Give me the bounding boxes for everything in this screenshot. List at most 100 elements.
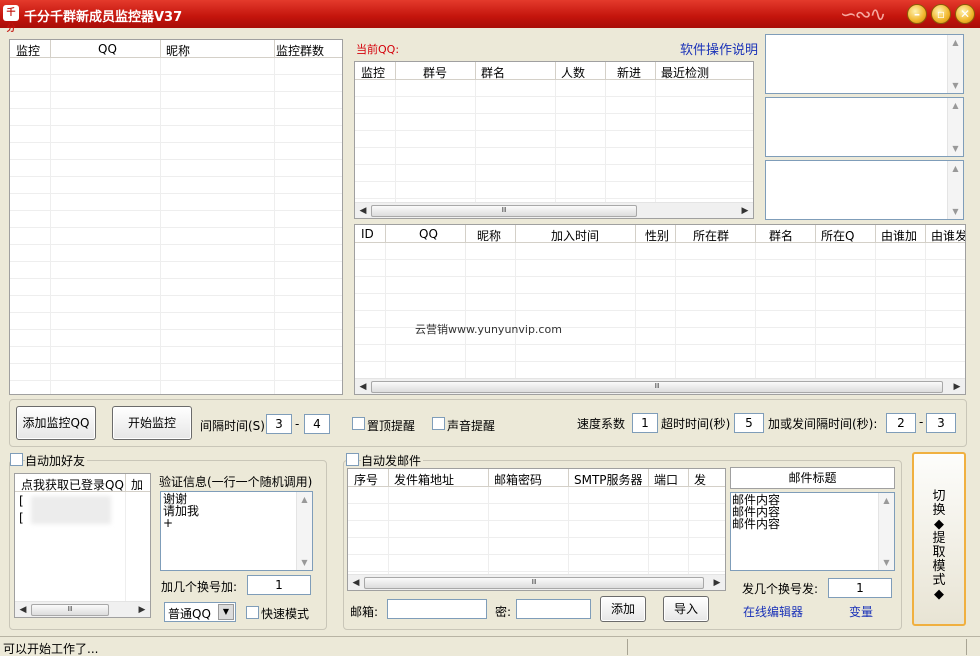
mail-account-table[interactable]: 序号 发件箱地址 邮箱密码 SMTP服务器 端口 发 ◀ Ⅲ ▶ bbox=[347, 468, 726, 591]
scroll-left-icon[interactable]: ◀ bbox=[355, 379, 371, 394]
speed-input[interactable]: 1 bbox=[632, 413, 658, 433]
group-table[interactable]: 监控 群号 群名 人数 新进 最近检测 ◀ Ⅲ ▶ bbox=[354, 61, 754, 219]
scroll-right-icon[interactable]: ▶ bbox=[134, 602, 150, 617]
logged-qq-hscrollbar[interactable]: ◀ Ⅲ ▶ bbox=[15, 601, 150, 617]
column-header[interactable]: 邮箱密码 bbox=[494, 471, 542, 488]
auto-mail-checkbox[interactable] bbox=[346, 453, 359, 466]
new-member-table[interactable]: ID QQ 昵称 加入时间 性别 所在群 群名 所在Q 由谁加 由谁发 云营销w… bbox=[354, 224, 966, 395]
mail-content-vscrollbar[interactable]: ▲ ▼ bbox=[878, 493, 894, 570]
sound-alert-label[interactable]: 声音提醒 bbox=[447, 417, 495, 434]
monitor-qq-list[interactable]: 监控 QQ 昵称 监控群数 bbox=[9, 39, 343, 395]
column-header[interactable]: 新进 bbox=[617, 64, 641, 81]
scroll-right-icon[interactable]: ▶ bbox=[709, 575, 725, 590]
timeout-input[interactable]: 5 bbox=[734, 413, 764, 433]
switch-extract-mode-button[interactable]: 切换◆提取模式◆ bbox=[912, 452, 966, 626]
sound-alert-checkbox[interactable] bbox=[432, 417, 445, 430]
column-header[interactable]: 序号 bbox=[354, 471, 378, 488]
variables-link[interactable]: 变量 bbox=[849, 603, 873, 620]
email-input[interactable] bbox=[387, 599, 487, 619]
column-header[interactable]: 发件箱地址 bbox=[394, 471, 454, 488]
scroll-up-icon[interactable]: ▲ bbox=[948, 35, 963, 50]
column-header[interactable]: 性别 bbox=[645, 227, 669, 244]
column-header[interactable]: 发 bbox=[694, 471, 706, 488]
send-interval-from-input[interactable]: 2 bbox=[886, 413, 916, 433]
column-header[interactable]: 所在Q bbox=[821, 227, 854, 244]
pin-alert-label[interactable]: 置顶提醒 bbox=[367, 417, 415, 434]
column-header[interactable]: ID bbox=[361, 227, 374, 241]
verify-info-textarea[interactable]: 谢谢 请加我 + ▲ ▼ bbox=[160, 491, 313, 571]
column-header[interactable]: SMTP服务器 bbox=[574, 471, 643, 488]
close-icon[interactable]: ✕ bbox=[955, 4, 975, 24]
column-header[interactable]: 加入时间 bbox=[551, 227, 599, 244]
send-interval-to-input[interactable]: 3 bbox=[926, 413, 956, 433]
logged-qq-list[interactable]: 点我获取已登录QQ 加 [ [ ◀ Ⅲ ▶ bbox=[14, 473, 151, 618]
start-monitor-button[interactable]: 开始监控 bbox=[112, 406, 192, 440]
mail-subject-header[interactable]: 邮件标题 bbox=[730, 467, 895, 489]
column-header[interactable]: 人数 bbox=[561, 64, 585, 81]
scroll-thumb[interactable]: Ⅲ bbox=[371, 381, 943, 393]
column-header[interactable]: 群名 bbox=[769, 227, 793, 244]
list-item[interactable]: [ bbox=[19, 494, 24, 508]
mail-table-hscrollbar[interactable]: ◀ Ⅲ ▶ bbox=[348, 574, 725, 590]
auto-mail-title[interactable]: 自动发邮件 bbox=[361, 452, 424, 469]
add-mail-button[interactable]: 添加 bbox=[600, 596, 646, 622]
column-header[interactable]: 昵称 bbox=[477, 227, 501, 244]
scroll-left-icon[interactable]: ◀ bbox=[355, 203, 371, 218]
column-header[interactable]: 所在群 bbox=[693, 227, 729, 244]
import-mail-button[interactable]: 导入 bbox=[663, 596, 709, 622]
column-header[interactable]: 端口 bbox=[654, 471, 678, 488]
column-header[interactable]: 监控 bbox=[16, 42, 40, 59]
column-header[interactable]: 由谁加 bbox=[881, 227, 917, 244]
qq-type-select[interactable]: 普通QQ ▼ bbox=[164, 602, 236, 622]
add-monitor-qq-button[interactable]: 添加监控QQ bbox=[16, 406, 96, 440]
fetch-logged-qq-header[interactable]: 点我获取已登录QQ bbox=[21, 476, 124, 493]
scroll-thumb[interactable]: Ⅲ bbox=[371, 205, 637, 217]
interval-to-input[interactable]: 4 bbox=[304, 414, 330, 434]
column-header[interactable]: 最近检测 bbox=[661, 64, 709, 81]
fast-mode-checkbox[interactable] bbox=[246, 606, 259, 619]
member-table-hscrollbar[interactable]: ◀ Ⅲ ▶ bbox=[355, 378, 965, 394]
send-count-input[interactable]: 1 bbox=[828, 578, 892, 598]
auto-friend-checkbox[interactable] bbox=[10, 453, 23, 466]
maximize-icon[interactable]: ▫ bbox=[931, 4, 951, 24]
scroll-right-icon[interactable]: ▶ bbox=[737, 203, 753, 218]
minimize-icon[interactable]: – bbox=[907, 4, 927, 24]
column-header[interactable]: 由谁发 bbox=[931, 227, 965, 244]
info-box-3[interactable]: ▲ ▼ bbox=[765, 160, 964, 220]
scroll-down-icon[interactable]: ▼ bbox=[948, 204, 963, 219]
scroll-up-icon[interactable]: ▲ bbox=[948, 161, 963, 176]
scroll-down-icon[interactable]: ▼ bbox=[297, 555, 312, 570]
switch-count-input[interactable]: 1 bbox=[247, 575, 311, 595]
online-editor-link[interactable]: 在线编辑器 bbox=[743, 603, 803, 620]
scroll-down-icon[interactable]: ▼ bbox=[879, 555, 894, 570]
column-header[interactable]: 群名 bbox=[481, 64, 505, 81]
column-header[interactable]: 群号 bbox=[423, 64, 447, 81]
list-item[interactable]: [ bbox=[19, 511, 24, 525]
scroll-left-icon[interactable]: ◀ bbox=[15, 602, 31, 617]
column-header[interactable]: 昵称 bbox=[166, 42, 190, 59]
scroll-thumb[interactable]: Ⅲ bbox=[31, 604, 109, 616]
auto-friend-title[interactable]: 自动加好友 bbox=[25, 452, 88, 469]
scroll-left-icon[interactable]: ◀ bbox=[348, 575, 364, 590]
chevron-down-icon[interactable]: ▼ bbox=[218, 604, 234, 620]
scroll-right-icon[interactable]: ▶ bbox=[949, 379, 965, 394]
scroll-up-icon[interactable]: ▲ bbox=[879, 493, 894, 508]
pin-alert-checkbox[interactable] bbox=[352, 417, 365, 430]
info-box-2-vscrollbar[interactable]: ▲ ▼ bbox=[947, 98, 963, 156]
column-header[interactable]: 监控 bbox=[361, 64, 385, 81]
scroll-down-icon[interactable]: ▼ bbox=[948, 141, 963, 156]
column-header[interactable]: QQ bbox=[419, 227, 438, 241]
scroll-thumb[interactable]: Ⅲ bbox=[364, 577, 704, 589]
group-table-hscrollbar[interactable]: ◀ Ⅲ ▶ bbox=[355, 202, 753, 218]
column-header[interactable]: 监控群数 bbox=[276, 42, 324, 59]
column-header[interactable]: 加 bbox=[131, 476, 143, 493]
scroll-down-icon[interactable]: ▼ bbox=[948, 78, 963, 93]
password-input[interactable] bbox=[516, 599, 591, 619]
mail-content-textarea[interactable]: 邮件内容 邮件内容 邮件内容 ▲ ▼ bbox=[730, 492, 895, 571]
verify-vscrollbar[interactable]: ▲ ▼ bbox=[296, 492, 312, 570]
column-header[interactable]: QQ bbox=[98, 42, 117, 56]
info-box-2[interactable]: ▲ ▼ bbox=[765, 97, 964, 157]
scroll-up-icon[interactable]: ▲ bbox=[297, 492, 312, 507]
info-box-1[interactable]: ▲ ▼ bbox=[765, 34, 964, 94]
info-box-1-vscrollbar[interactable]: ▲ ▼ bbox=[947, 35, 963, 93]
